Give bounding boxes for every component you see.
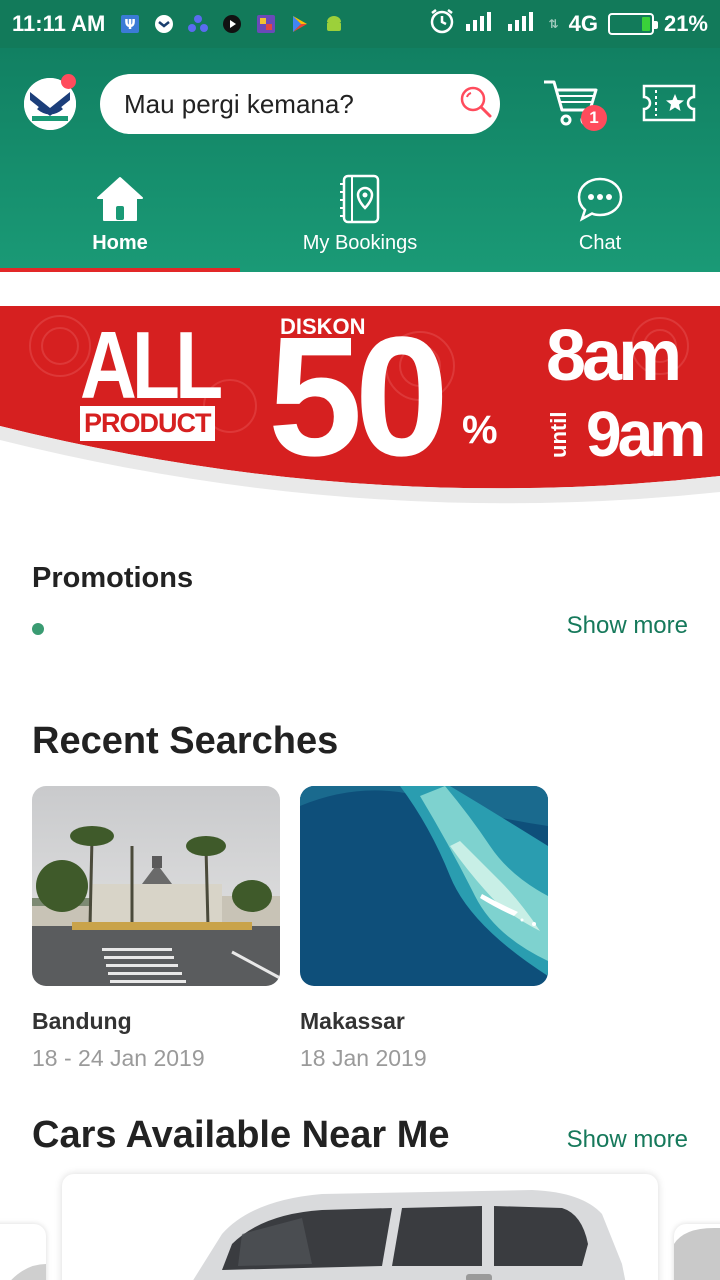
tab-my-bookings-label: My Bookings	[302, 232, 418, 254]
banner-all: ALL	[80, 312, 223, 419]
cars-show-more[interactable]: Show more	[567, 1126, 688, 1154]
search-icon[interactable]	[459, 85, 493, 124]
recent-search-city: Bandung	[32, 1008, 132, 1034]
alarm-icon	[429, 8, 455, 40]
bookings-icon	[335, 174, 385, 224]
avatar-notification-dot	[61, 74, 76, 89]
banner-time-start: 8am	[546, 316, 682, 396]
svg-text:Ψ: Ψ	[125, 18, 136, 33]
coupon-button[interactable]	[642, 84, 696, 122]
chat-icon	[575, 174, 625, 224]
promo-banner[interactable]: ALL PRODUCT DISKON 50 % 8am until 9am	[0, 306, 720, 506]
banner-percent-value: 50	[268, 306, 449, 492]
signal-icon-2	[507, 10, 539, 38]
app-badge-icon	[153, 13, 175, 35]
status-time: 11:11 AM	[12, 11, 106, 36]
home-icon	[95, 174, 145, 224]
recent-search-dates: 18 - 24 Jan 2019	[32, 1045, 205, 1071]
search-bar[interactable]	[100, 74, 500, 134]
recent-search-card[interactable]: Bandung 18 - 24 Jan 2019	[32, 786, 280, 1072]
banner-percent-sign: %	[462, 408, 498, 452]
tab-chat[interactable]: Chat	[480, 166, 720, 272]
signal-icon	[465, 10, 497, 38]
battery-percent: 21%	[663, 11, 708, 36]
tab-home[interactable]: Home	[0, 166, 240, 272]
recent-search-card[interactable]: Makassar 18 Jan 2019	[300, 786, 548, 1072]
battery-icon	[607, 13, 658, 35]
cart-badge: 1	[581, 105, 607, 131]
tab-chat-label: Chat	[578, 232, 622, 254]
car-card-next[interactable]	[674, 1224, 720, 1280]
tab-home-label: Home	[92, 232, 148, 254]
main-nav: Home My Bookings Chat	[0, 166, 720, 272]
banner-until: until	[546, 411, 571, 458]
ticket-star-icon	[642, 84, 696, 122]
cars-title: Cars Available Near Me	[32, 1114, 450, 1156]
promotions-show-more[interactable]: Show more	[567, 612, 688, 640]
bandung-photo	[32, 786, 280, 986]
tab-my-bookings[interactable]: My Bookings	[240, 166, 480, 272]
app-header: 1 Home My Bookings Chat	[0, 48, 720, 272]
data-arrows-icon: ⇅	[548, 17, 559, 31]
car-card-previous[interactable]	[0, 1224, 46, 1280]
recent-searches-title: Recent Searches	[32, 720, 339, 762]
battery-level	[641, 17, 650, 31]
promotions-title: Promotions	[32, 562, 194, 594]
android-icon	[323, 13, 345, 35]
notification-icons: Ψ	[119, 13, 345, 35]
network-type: 4G	[568, 11, 598, 36]
app-shield-icon: Ψ	[119, 13, 141, 35]
status-bar: 11:11 AM Ψ ⇅ 4G 21%	[0, 0, 720, 48]
play-store-icon	[289, 13, 311, 35]
car-photo	[193, 1190, 626, 1280]
banner-time-end: 9am	[586, 398, 706, 470]
recent-search-dates: 18 Jan 2019	[300, 1045, 427, 1071]
carousel-indicator-dot	[32, 623, 44, 635]
status-right: ⇅ 4G 21%	[429, 8, 708, 40]
app-people-icon	[187, 13, 209, 35]
makassar-photo	[300, 786, 548, 986]
search-input[interactable]	[124, 88, 459, 120]
app-game-icon	[255, 13, 277, 35]
recent-search-city: Makassar	[300, 1008, 405, 1034]
car-card[interactable]	[62, 1174, 658, 1280]
app-clapper-icon	[221, 13, 243, 35]
banner-product: PRODUCT	[80, 406, 215, 441]
